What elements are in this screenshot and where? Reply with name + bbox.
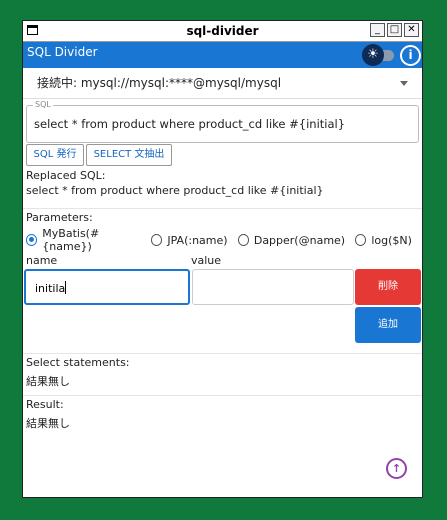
- divider: [23, 208, 422, 209]
- value-column-label: value: [191, 254, 222, 267]
- extract-select-button[interactable]: SELECT 文抽出: [86, 144, 172, 166]
- radio-dapper[interactable]: [237, 234, 249, 246]
- app-window: sql-divider _ □ ✕ SQL Divider ☀ i 接続中: m…: [22, 20, 423, 498]
- param-value-input[interactable]: [192, 269, 354, 305]
- close-button[interactable]: ✕: [404, 23, 419, 37]
- select-statements-value: 結果無し: [26, 375, 70, 388]
- connection-select[interactable]: 接続中: mysql://mysql:****@mysql/mysql: [23, 68, 422, 99]
- replaced-sql-label: Replaced SQL:: [26, 169, 106, 182]
- add-button[interactable]: 追加: [355, 307, 421, 343]
- window-title: sql-divider: [186, 24, 259, 38]
- minimize-button[interactable]: _: [370, 23, 385, 37]
- sql-input[interactable]: SQL select * from product where product_…: [26, 100, 419, 143]
- param-name-value: initila: [35, 282, 66, 295]
- sql-label: SQL: [33, 100, 53, 109]
- select-statements-label: Select statements:: [26, 356, 130, 369]
- radio-jpa[interactable]: [151, 234, 163, 246]
- radio-log-label: log($N): [371, 233, 412, 247]
- radio-dapper-label: Dapper(@name): [253, 233, 346, 247]
- param-style-radio-group: MyBatis(#{name}) JPA(:name) Dapper(@name…: [26, 227, 422, 253]
- param-name-input[interactable]: initila: [24, 269, 190, 305]
- divider: [23, 395, 422, 396]
- radio-mybatis[interactable]: [26, 234, 38, 246]
- title-bar: sql-divider _ □ ✕: [23, 21, 422, 42]
- radio-mybatis-label: MyBatis(#{name}): [42, 227, 100, 253]
- app-bar: SQL Divider ☀ i: [23, 42, 422, 68]
- sun-icon[interactable]: ☀: [362, 44, 384, 66]
- sql-value: select * from product where product_cd l…: [34, 117, 346, 131]
- radio-jpa-label: JPA(:name): [167, 233, 228, 247]
- maximize-button[interactable]: □: [387, 23, 402, 37]
- connection-value: 接続中: mysql://mysql:****@mysql/mysql: [37, 76, 282, 90]
- chevron-down-icon: [400, 81, 408, 86]
- replaced-sql-value: select * from product where product_cd l…: [26, 184, 324, 197]
- name-column-label: name: [26, 254, 58, 267]
- text-cursor: [65, 281, 67, 294]
- result-label: Result:: [26, 398, 64, 411]
- result-value: 結果無し: [26, 417, 70, 430]
- app-title: SQL Divider: [27, 45, 98, 59]
- delete-button[interactable]: 削除: [355, 269, 421, 305]
- info-icon[interactable]: i: [400, 45, 421, 66]
- divider: [23, 353, 422, 354]
- parameters-label: Parameters:: [26, 211, 93, 224]
- issue-sql-button[interactable]: SQL 発行: [26, 144, 84, 166]
- window-icon: [27, 25, 38, 35]
- scroll-top-icon[interactable]: ↑: [386, 458, 407, 479]
- radio-log[interactable]: [355, 234, 367, 246]
